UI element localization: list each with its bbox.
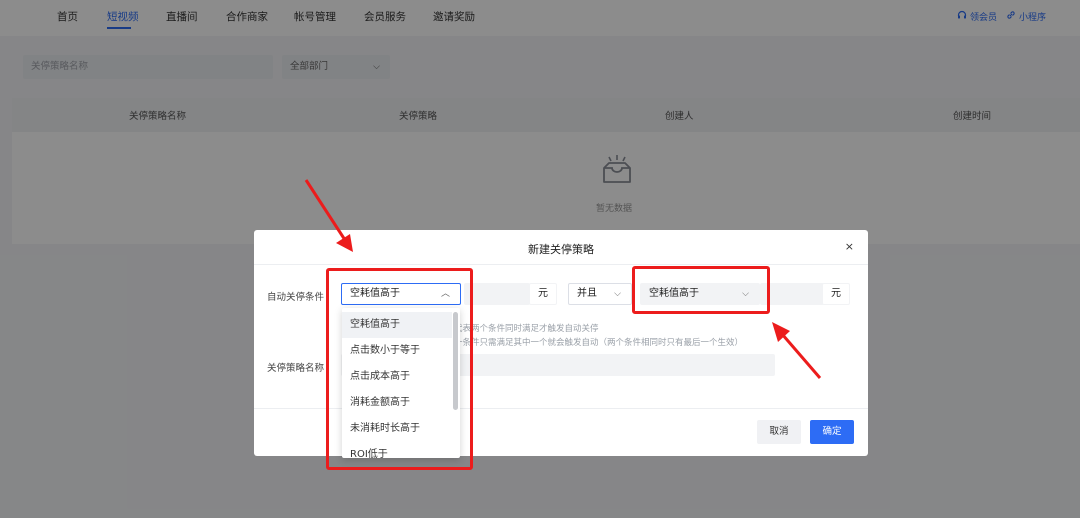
annotation-arrow-right	[772, 322, 822, 379]
annotation-arrows	[304, 179, 822, 379]
annotation-arrow-left	[304, 179, 353, 252]
